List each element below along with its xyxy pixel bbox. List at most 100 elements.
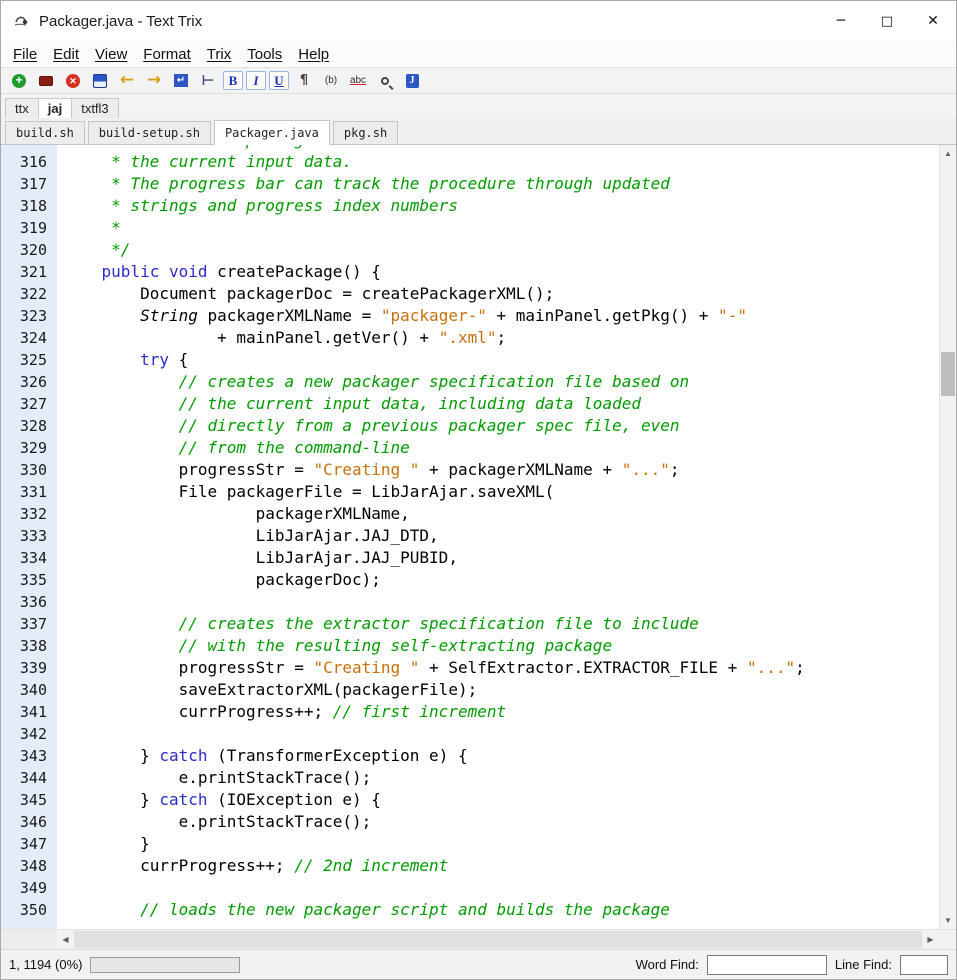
- line-number: 316: [19, 153, 47, 171]
- group-tab-ttx[interactable]: ttx: [5, 98, 39, 118]
- code-line-text: *: [63, 218, 121, 237]
- file-tab-build.sh[interactable]: build.sh: [5, 121, 85, 145]
- code-line-text: * the current input data.: [63, 152, 352, 171]
- code-line-text: * strings and progress index numbers: [63, 196, 458, 215]
- line-number: 348: [19, 857, 47, 875]
- code-line: 343 } catch (TransformerException e) {: [1, 745, 939, 767]
- line-number: 338: [19, 637, 47, 655]
- line-number: 318: [19, 197, 47, 215]
- gutter-corner: [1, 930, 57, 949]
- menu-tools[interactable]: Tools: [239, 46, 290, 63]
- close-file-icon[interactable]: ✕: [61, 70, 85, 91]
- file-tab-build-setup.sh[interactable]: build-setup.sh: [87, 121, 211, 145]
- line-number: 317: [19, 175, 47, 193]
- line-number: 334: [19, 549, 47, 567]
- line-number: 345: [19, 791, 47, 809]
- code-line-text: String packagerXMLName = "packager-" + m…: [140, 306, 747, 325]
- code-line-text: // the current input data, including dat…: [178, 394, 641, 413]
- code-line-text: }: [63, 834, 150, 853]
- line-number: 341: [19, 703, 47, 721]
- horizontal-scroll-track[interactable]: [74, 930, 922, 949]
- group-tab-txtfl3[interactable]: txtfl3: [71, 98, 119, 118]
- line-number: 350: [19, 901, 47, 919]
- search-icon[interactable]: [373, 70, 397, 91]
- line-find-input[interactable]: [900, 954, 948, 975]
- word-find-input[interactable]: [706, 954, 827, 975]
- vertical-scrollbar[interactable]: ▲ ▼: [939, 145, 956, 929]
- window-controls: ─ □ ✕: [818, 1, 956, 41]
- file-tab-Packager.java[interactable]: Packager.java: [213, 120, 330, 145]
- close-icon[interactable]: ✕: [910, 1, 956, 41]
- code-line: 333 LibJarAjar.JAJ_DTD,: [1, 525, 939, 547]
- italic-icon[interactable]: I: [246, 71, 266, 90]
- code-line: 348 currProgress++; // 2nd increment: [1, 855, 939, 877]
- menu-view[interactable]: View: [87, 46, 135, 63]
- menu-edit[interactable]: Edit: [45, 46, 87, 63]
- code-line-text: e.printStackTrace();: [63, 812, 372, 831]
- line-number: 320: [19, 241, 47, 259]
- code-line: 342: [1, 723, 939, 745]
- line-number: 337: [19, 615, 47, 633]
- code-line-text: */: [63, 240, 131, 259]
- vertical-scroll-thumb[interactable]: [941, 352, 955, 396]
- scroll-down-icon[interactable]: ▼: [940, 912, 956, 929]
- open-file-icon[interactable]: [34, 70, 58, 91]
- line-number: 342: [19, 725, 47, 743]
- menu-help[interactable]: Help: [290, 46, 337, 63]
- code-editor[interactable]: 315 * Creates the package based on316 * …: [1, 145, 939, 929]
- code-line: 346 e.printStackTrace();: [1, 811, 939, 833]
- save-file-icon[interactable]: [88, 70, 112, 91]
- line-number: 325: [19, 351, 47, 369]
- scroll-right-icon[interactable]: ▶: [922, 930, 939, 949]
- file-tab-pkg.sh[interactable]: pkg.sh: [332, 121, 399, 145]
- caret-position: 1, 1194 (0%): [9, 957, 83, 972]
- bold-b-icon[interactable]: (b): [319, 70, 343, 91]
- menu-trix[interactable]: Trix: [199, 46, 239, 63]
- group-tab-bar: ttx jaj txtfl3: [1, 94, 956, 118]
- code-line-text: // loads the new packager script and bui…: [140, 900, 670, 919]
- editor-area: 315 * Creates the package based on316 * …: [1, 145, 956, 929]
- trix-note-icon[interactable]: J: [400, 70, 424, 91]
- line-number: 347: [19, 835, 47, 853]
- code-line: 345 } catch (IOException e) {: [1, 789, 939, 811]
- status-bar: 1, 1194 (0%) Word Find: Line Find:: [1, 949, 956, 979]
- horizontal-scrollbar[interactable]: ◀ ▶: [1, 929, 956, 949]
- code-line-text: public void createPackage() {: [101, 262, 381, 281]
- line-number: 340: [19, 681, 47, 699]
- new-file-icon[interactable]: +: [7, 70, 31, 91]
- code-line-text: currProgress++; // 2nd increment: [63, 856, 449, 875]
- menu-format[interactable]: Format: [135, 46, 199, 63]
- code-line: 325 try {: [1, 349, 939, 371]
- group-tab-jaj[interactable]: jaj: [37, 98, 73, 118]
- tab-stop-icon[interactable]: ⊢: [196, 70, 220, 91]
- menu-file[interactable]: File: [5, 46, 45, 63]
- code-line: 344 e.printStackTrace();: [1, 767, 939, 789]
- word-find-label: Word Find:: [635, 957, 699, 972]
- bold-icon[interactable]: B: [223, 71, 243, 90]
- code-line: 316 * the current input data.: [1, 151, 939, 173]
- undo-icon[interactable]: ←: [115, 70, 139, 91]
- minimize-icon[interactable]: ─: [818, 1, 864, 41]
- code-line: 334 LibJarAjar.JAJ_PUBID,: [1, 547, 939, 569]
- redo-icon[interactable]: →: [142, 70, 166, 91]
- code-line: 335 packagerDoc);: [1, 569, 939, 591]
- line-wrap-icon[interactable]: ↵: [169, 70, 193, 91]
- underline-icon[interactable]: U: [269, 71, 289, 90]
- spell-check-icon[interactable]: abc: [346, 70, 370, 91]
- scroll-left-icon[interactable]: ◀: [57, 930, 74, 949]
- app-icon[interactable]: [11, 11, 31, 31]
- code-line-text: try {: [140, 350, 189, 369]
- code-line: 330 progressStr = "Creating " + packager…: [1, 459, 939, 481]
- code-line: 340 saveExtractorXML(packagerFile);: [1, 679, 939, 701]
- line-find-label: Line Find:: [834, 957, 892, 972]
- horizontal-scroll-thumb[interactable]: [74, 931, 922, 948]
- vertical-scroll-track[interactable]: [940, 162, 956, 912]
- line-number: 331: [19, 483, 47, 501]
- maximize-icon[interactable]: □: [864, 1, 910, 41]
- code-line-text: // creates a new packager specification …: [178, 372, 690, 391]
- code-line-text: // from the command-line: [178, 438, 410, 457]
- scroll-up-icon[interactable]: ▲: [940, 145, 956, 162]
- paragraph-marks-icon[interactable]: ¶: [292, 70, 316, 91]
